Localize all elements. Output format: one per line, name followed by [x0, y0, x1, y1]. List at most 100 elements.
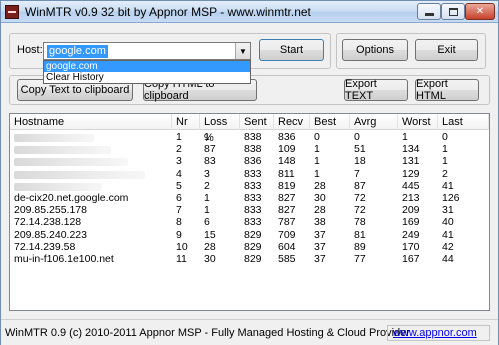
redacted-hostname: [14, 158, 128, 167]
table-row[interactable]: 72.14.239.58 10 28 829 604 37 89 170 42: [10, 240, 489, 253]
metric-cell: 833: [244, 167, 262, 180]
redacted-hostname: [14, 134, 94, 142]
metric-cell: 134: [402, 143, 420, 156]
metric-cell: 833: [244, 192, 262, 204]
column-header-sent[interactable]: Sent: [240, 114, 274, 130]
column-header-recv[interactable]: Recv: [274, 114, 310, 130]
metric-cell: 2: [442, 167, 448, 180]
column-header-avrg[interactable]: Avrg: [350, 114, 398, 130]
metric-cell: 1: [204, 192, 210, 204]
metric-cell: 148: [278, 155, 296, 168]
chevron-down-icon[interactable]: ▼: [235, 43, 250, 59]
metric-cell: 72: [354, 192, 366, 204]
metric-cell: 445: [402, 179, 420, 192]
minimize-button[interactable]: [417, 3, 441, 20]
metric-cell: 836: [278, 131, 296, 143]
metric-cell: 109: [278, 143, 296, 156]
export-html-button[interactable]: Export HTML: [415, 78, 479, 102]
metric-cell: 1: [314, 167, 320, 180]
metric-cell: 37: [314, 240, 326, 253]
appnor-link[interactable]: www.appnor.com: [387, 325, 490, 341]
metric-cell: 37: [314, 228, 326, 241]
table-row[interactable]: mu-in-f106.1e100.net 11 30 829 585 37 77 167 44: [10, 254, 489, 265]
metric-cell: 129: [402, 167, 420, 180]
metric-cell: 30: [314, 192, 326, 204]
close-icon: ✕: [475, 6, 485, 17]
metric-cell: 827: [278, 204, 296, 217]
metric-cell: 30: [204, 253, 216, 265]
metric-cell: 209: [402, 204, 420, 217]
table-row[interactable]: de-cix20.net.google.com 6 1 833 827 30 72 213 12…: [10, 193, 489, 204]
table-row[interactable]: 72.14.238.128 8 6 833 787 38 78 169 40: [10, 217, 489, 228]
metric-cell: 838: [244, 131, 262, 143]
column-header-hostname[interactable]: Hostname: [10, 114, 172, 130]
table-row[interactable]: 209.85.240.223 9 15 829 709 37 81 249 41: [10, 228, 489, 241]
column-header-worst[interactable]: Worst: [398, 114, 438, 130]
metric-cell: 87: [204, 143, 216, 156]
hostname-cell: de-cix20.net.google.com: [14, 192, 129, 204]
column-header-loss[interactable]: Loss %: [200, 114, 240, 144]
options-button[interactable]: Options: [342, 39, 408, 61]
table-row[interactable]: 4 3 833 811 1 7 129 2: [10, 167, 489, 180]
metric-cell: 7: [354, 167, 360, 180]
table-row[interactable]: 2 87 838 109 1 51 134 1: [10, 144, 489, 155]
column-header-best[interactable]: Best: [310, 114, 350, 130]
metric-cell: 819: [278, 179, 296, 192]
metric-cell: 77: [354, 253, 366, 265]
metric-cell: 10: [176, 240, 188, 253]
winmtr-app-icon[interactable]: [5, 5, 19, 19]
metric-cell: 89: [354, 240, 366, 253]
column-header-last[interactable]: Last: [438, 114, 489, 130]
hostname-cell: [10, 169, 172, 180]
metric-cell: 829: [244, 253, 262, 265]
start-button[interactable]: Start: [259, 39, 324, 61]
metric-cell: 6: [204, 216, 210, 229]
metric-cell: 0: [442, 131, 448, 143]
metric-cell: 78: [354, 216, 366, 229]
metric-cell: 38: [314, 216, 326, 229]
dropdown-item-google[interactable]: google.com: [44, 61, 250, 72]
metric-cell: 5: [176, 179, 182, 192]
host-dropdown-list[interactable]: google.com Clear History: [43, 60, 251, 84]
redacted-hostname: [14, 146, 111, 155]
column-header-nr[interactable]: Nr: [172, 114, 200, 130]
metric-cell: 2: [176, 143, 182, 156]
metric-cell: 787: [278, 216, 296, 229]
host-input[interactable]: google.com: [47, 45, 108, 58]
close-button[interactable]: ✕: [465, 3, 495, 20]
hostname-cell: [10, 144, 172, 155]
metric-cell: 829: [244, 240, 262, 253]
table-row[interactable]: 1 1 838 836 0 0 1 0: [10, 132, 489, 143]
metric-cell: 6: [176, 192, 182, 204]
metric-cell: 131: [402, 155, 420, 168]
title-bar[interactable]: WinMTR v0.9 32 bit by Appnor MSP - www.w…: [1, 1, 498, 23]
metric-cell: 8: [176, 216, 182, 229]
metric-cell: 2: [204, 179, 210, 192]
table-row[interactable]: 3 83 836 148 1 18 131 1: [10, 156, 489, 167]
metric-cell: 169: [402, 216, 420, 229]
metric-cell: 81: [354, 228, 366, 241]
export-text-button[interactable]: Export TEXT: [344, 78, 408, 102]
metric-cell: 0: [314, 131, 320, 143]
metric-cell: 1: [402, 131, 408, 143]
table-row[interactable]: 5 2 833 819 28 87 445 41: [10, 179, 489, 192]
table-row[interactable]: 209.85.255.178 7 1 833 827 28 72 209 31: [10, 205, 489, 216]
metric-cell: 829: [244, 228, 262, 241]
metric-cell: 51: [354, 143, 366, 156]
status-bar: WinMTR 0.9 (c) 2010-2011 Appnor MSP - Fu…: [1, 319, 498, 345]
status-text: WinMTR 0.9 (c) 2010-2011 Appnor MSP - Fu…: [5, 327, 410, 339]
metric-cell: 1: [176, 131, 182, 143]
exit-button[interactable]: Exit: [415, 39, 478, 61]
redacted-hostname: [14, 182, 102, 191]
table-header: Hostname Nr Loss % Sent Recv Best Avrg Worst Las…: [10, 114, 489, 144]
results-table[interactable]: Hostname Nr Loss % Sent Recv Best Avrg Worst Las…: [9, 113, 490, 311]
metric-cell: 44: [442, 253, 454, 265]
host-combobox[interactable]: google.com ▼: [43, 42, 251, 60]
maximize-button[interactable]: [441, 3, 465, 20]
winmtr-window: WinMTR v0.9 32 bit by Appnor MSP - www.w…: [0, 0, 499, 345]
hostname-cell: [10, 132, 172, 143]
metric-cell: 18: [354, 155, 366, 168]
dropdown-item-clear-history[interactable]: Clear History: [44, 72, 250, 83]
metric-cell: 37: [314, 253, 326, 265]
metric-cell: 827: [278, 192, 296, 204]
